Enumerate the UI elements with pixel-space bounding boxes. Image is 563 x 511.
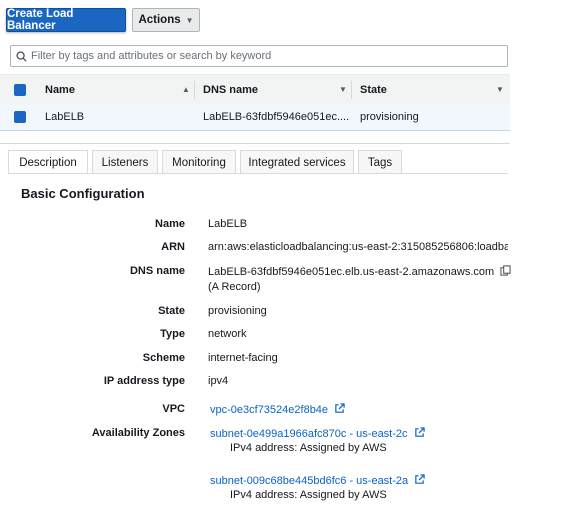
type-value: network	[208, 328, 247, 340]
dns-name-text: LabELB-63fdbf5946e051ec.elb.us-east-2.am…	[208, 265, 495, 278]
availability-zones-label: Availability Zones	[91, 427, 185, 439]
create-load-balancer-button[interactable]: Create Load Balancer	[6, 8, 126, 32]
arn-value: arn:aws:elasticloadbalancing:us-east-2:3…	[208, 241, 508, 253]
state-label: State	[158, 305, 185, 317]
tab-label: Tags	[367, 156, 393, 169]
external-link-icon[interactable]	[334, 403, 345, 417]
tab-description[interactable]: Description	[8, 150, 88, 174]
search-placeholder: Filter by tags and attributes or search …	[31, 50, 272, 62]
create-load-balancer-label: Create Load Balancer	[7, 8, 74, 32]
row-checkbox[interactable]	[14, 111, 26, 123]
column-header-name[interactable]: Name	[45, 84, 75, 96]
column-divider	[351, 81, 352, 99]
table-row[interactable]: LabELB LabELB-63fdbf5946e051ec.... provi…	[0, 104, 510, 131]
sort-icon[interactable]: ▼	[339, 85, 347, 94]
chevron-down-icon: ▼	[185, 15, 194, 25]
external-link-icon[interactable]	[414, 474, 425, 488]
ip-address-type-value: ipv4	[208, 375, 229, 387]
subnet-1[interactable]: subnet-0e499a1966afc870c - us-east-2c	[210, 427, 425, 441]
tab-label: Listeners	[101, 156, 149, 169]
search-icon	[11, 50, 31, 62]
scheme-label: Scheme	[142, 352, 185, 364]
tab-integrated-services[interactable]: Integrated services	[240, 150, 354, 174]
vpc-value[interactable]: vpc-0e3cf73524e2f8b4e	[210, 403, 345, 417]
state-value: provisioning	[208, 305, 267, 317]
external-link-icon[interactable]	[414, 427, 425, 441]
column-divider	[194, 81, 195, 99]
tab-listeners[interactable]: Listeners	[92, 150, 158, 174]
subnet-1-ipv4: IPv4 address: Assigned by AWS	[230, 442, 387, 454]
tab-label: Description	[19, 156, 77, 169]
actions-label: Actions	[138, 14, 181, 26]
dns-record-type: (A Record)	[208, 281, 261, 293]
sort-ascending-icon[interactable]: ▲	[182, 85, 190, 94]
select-all-checkbox[interactable]	[14, 84, 26, 96]
row-name: LabELB	[45, 111, 85, 123]
column-header-dns-name[interactable]: DNS name	[203, 84, 258, 96]
search-input[interactable]: Filter by tags and attributes or search …	[10, 45, 508, 67]
dns-name-label: DNS name	[129, 265, 185, 277]
vpc-label: VPC	[162, 403, 185, 415]
arn-label: ARN	[161, 241, 185, 253]
tabs-baseline	[8, 173, 508, 174]
tab-monitoring[interactable]: Monitoring	[162, 150, 236, 174]
tab-label: Integrated services	[248, 156, 346, 169]
subnet-link[interactable]: subnet-0e499a1966afc870c - us-east-2c	[210, 428, 408, 440]
ip-address-type-label: IP address type	[103, 375, 185, 387]
pane-divider	[0, 143, 510, 144]
subnet-2-ipv4: IPv4 address: Assigned by AWS	[230, 489, 387, 501]
dns-name-value: LabELB-63fdbf5946e051ec.elb.us-east-2.am…	[208, 265, 511, 279]
scheme-value: internet-facing	[208, 352, 278, 364]
row-state: provisioning	[360, 111, 419, 123]
vpc-link[interactable]: vpc-0e3cf73524e2f8b4e	[210, 404, 328, 416]
type-label: Type	[160, 328, 185, 340]
row-dns-name: LabELB-63fdbf5946e051ec....	[203, 111, 350, 123]
tab-label: Monitoring	[172, 156, 226, 169]
section-title: Basic Configuration	[21, 186, 145, 201]
table-header: Name ▲ DNS name ▼ State ▼	[0, 74, 510, 106]
tab-tags[interactable]: Tags	[358, 150, 402, 174]
column-header-state[interactable]: State	[360, 84, 387, 96]
sort-icon[interactable]: ▼	[496, 85, 504, 94]
copy-icon[interactable]	[500, 265, 511, 279]
subnet-link[interactable]: subnet-009c68be445bd6fc6 - us-east-2a	[210, 475, 408, 487]
actions-button[interactable]: Actions ▼	[132, 8, 200, 32]
name-label: Name	[155, 218, 185, 230]
subnet-2[interactable]: subnet-009c68be445bd6fc6 - us-east-2a	[210, 474, 425, 488]
name-value: LabELB	[208, 218, 248, 230]
